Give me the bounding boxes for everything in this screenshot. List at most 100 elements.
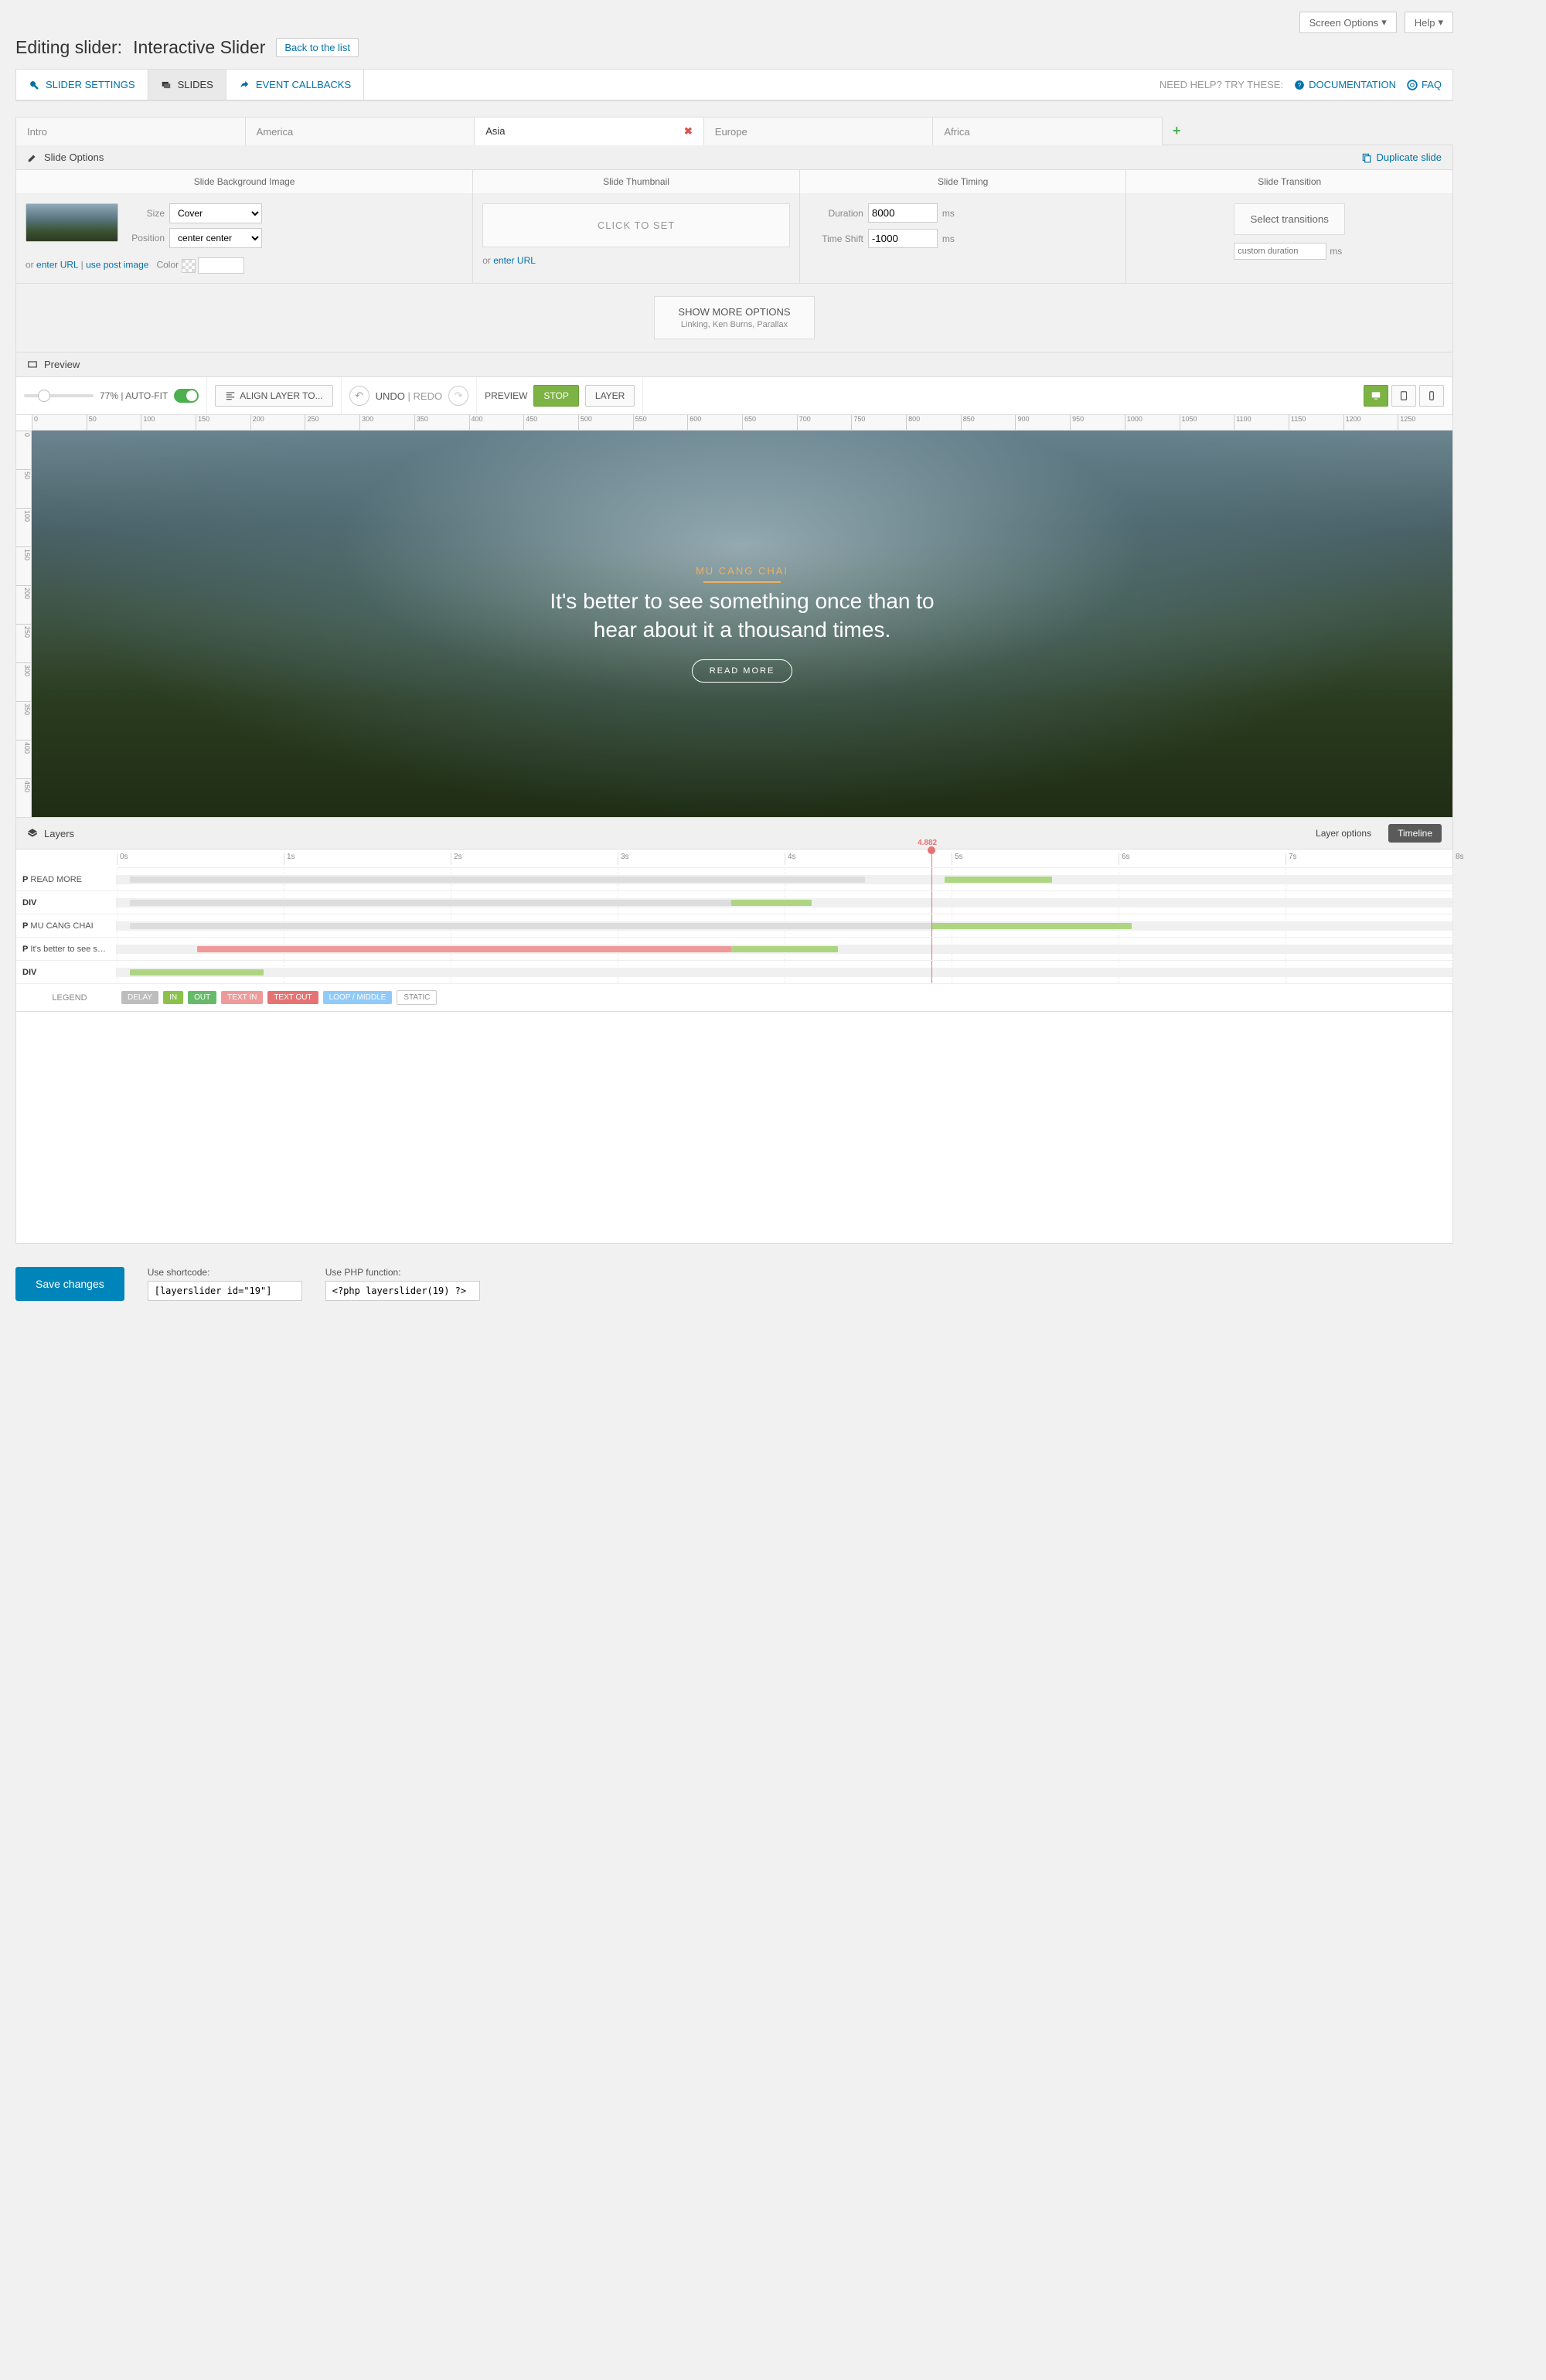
timeshift-input[interactable] <box>868 229 938 248</box>
select-transitions-button[interactable]: Select transitions <box>1234 203 1345 235</box>
desktop-button[interactable] <box>1364 385 1388 407</box>
back-to-list-link[interactable]: Back to the list <box>276 38 359 57</box>
or-text: or <box>26 260 34 271</box>
ruler-x: 0501001502002503003504004505005506006507… <box>32 415 1452 431</box>
undo-button[interactable]: ↶ <box>349 386 369 406</box>
faq-label: FAQ <box>1422 79 1442 90</box>
help-label: Help <box>1415 17 1435 29</box>
slide-tab-europe[interactable]: Europe <box>703 117 934 145</box>
color-swatch[interactable] <box>182 259 196 273</box>
tablet-icon <box>1398 390 1409 401</box>
canvas-cta[interactable]: READ MORE <box>692 659 793 683</box>
page-title: Editing slider: Interactive Slider Back … <box>15 37 1453 58</box>
enter-url-link[interactable]: enter URL <box>36 260 78 271</box>
preview-header: Preview <box>15 352 1453 377</box>
add-slide-button[interactable]: + <box>1162 117 1192 145</box>
desktop-icon <box>1371 390 1381 401</box>
main-panel: SLIDER SETTINGS SLIDES EVENT CALLBACKS N… <box>15 69 1453 101</box>
slide-tab-africa[interactable]: Africa <box>932 117 1163 145</box>
mobile-button[interactable] <box>1419 385 1444 407</box>
preview-title: Preview <box>44 359 80 370</box>
slide-options-title: Slide Options <box>44 152 104 163</box>
or-text: or <box>482 255 491 266</box>
shortcode-input[interactable] <box>148 1281 302 1301</box>
autofit-toggle[interactable] <box>174 389 199 403</box>
tab-slides[interactable]: SLIDES <box>148 70 226 100</box>
timeshift-label: Time Shift <box>809 233 863 244</box>
show-more-title: SHOW MORE OPTIONS <box>678 306 790 318</box>
thumb-enter-url-link[interactable]: enter URL <box>493 255 536 266</box>
slide-tab-label: Asia <box>485 125 505 137</box>
screen-options-button[interactable]: Screen Options ▾ <box>1299 12 1397 33</box>
svg-text:?: ? <box>1298 81 1302 88</box>
show-more-button[interactable]: SHOW MORE OPTIONS Linking, Ken Burns, Pa… <box>654 296 814 339</box>
position-select[interactable]: center center <box>169 228 262 248</box>
slide-options-bar: Slide Options Duplicate slide <box>15 145 1453 170</box>
close-icon[interactable]: ✖ <box>684 125 693 138</box>
copy-icon <box>1361 152 1372 163</box>
slide-tab-label: America <box>257 126 294 138</box>
footer: Save changes Use shortcode: Use PHP func… <box>15 1244 1453 1309</box>
shortcode-label: Use shortcode: <box>148 1267 302 1278</box>
layer-options-button[interactable]: Layer options <box>1306 824 1381 843</box>
bg-thumbnail[interactable] <box>26 203 118 242</box>
redo-label: REDO <box>414 390 443 402</box>
layer-row[interactable]: P It's better to see somet <box>16 938 1452 961</box>
layer-button[interactable]: LAYER <box>585 385 635 407</box>
tablet-button[interactable] <box>1391 385 1416 407</box>
canvas-subtitle[interactable]: MU CANG CHAI <box>696 565 788 583</box>
layer-row[interactable]: P MU CANG CHAI <box>16 914 1452 938</box>
redo-button[interactable]: ↷ <box>448 386 468 406</box>
documentation-link[interactable]: ?DOCUMENTATION <box>1294 79 1396 90</box>
ms-unit: ms <box>942 233 955 244</box>
click-to-set-button[interactable]: CLICK TO SET <box>482 203 790 247</box>
legend: LEGEND DELAY IN OUT TEXT IN TEXT OUT LOO… <box>16 984 1452 1011</box>
help-button[interactable]: Help ▾ <box>1405 12 1453 33</box>
bg-head: Slide Background Image <box>16 170 472 194</box>
use-post-image-link[interactable]: use post image <box>86 260 148 271</box>
color-input[interactable] <box>198 257 244 274</box>
chip-out: OUT <box>188 991 216 1004</box>
zoom-handle[interactable] <box>38 390 50 402</box>
top-bar: Screen Options ▾ Help ▾ <box>15 8 1453 37</box>
layer-row[interactable]: DIV <box>16 961 1452 984</box>
preview-icon <box>27 359 38 370</box>
chip-textin: TEXT IN <box>221 991 263 1004</box>
timeline-button[interactable]: Timeline <box>1388 824 1442 843</box>
duration-input[interactable] <box>868 203 938 223</box>
slide-tab-intro[interactable]: Intro <box>15 117 246 145</box>
question-icon: ? <box>1294 80 1305 90</box>
tab-settings-label: SLIDER SETTINGS <box>46 79 135 90</box>
slider-name: Interactive Slider <box>133 37 265 58</box>
align-label: ALIGN LAYER TO... <box>240 390 322 401</box>
zoom-slider[interactable] <box>24 394 94 397</box>
slide-canvas[interactable]: MU CANG CHAI It's better to see somethin… <box>32 431 1452 817</box>
stop-button[interactable]: STOP <box>533 385 578 407</box>
position-label: Position <box>126 233 165 243</box>
faq-link[interactable]: FAQ <box>1407 79 1442 90</box>
canvas-headline[interactable]: It's better to see something once than t… <box>533 587 951 644</box>
custom-duration-input[interactable] <box>1234 243 1326 260</box>
duplicate-slide-link[interactable]: Duplicate slide <box>1361 152 1442 163</box>
layer-row[interactable]: DIV <box>16 891 1452 914</box>
tab-callbacks-label: EVENT CALLBACKS <box>256 79 351 90</box>
slide-tab-asia[interactable]: Asia ✖ <box>474 117 704 145</box>
playhead-label: 4.882 <box>918 839 937 847</box>
tab-event-callbacks[interactable]: EVENT CALLBACKS <box>226 70 364 100</box>
zoom-text: 77% | AUTO-FIT <box>100 390 168 401</box>
playhead[interactable]: 4.882 <box>931 850 932 867</box>
save-changes-button[interactable]: Save changes <box>15 1267 124 1301</box>
tab-slider-settings[interactable]: SLIDER SETTINGS <box>16 70 148 100</box>
legend-title: LEGEND <box>22 993 117 1003</box>
slide-tabs: Intro America Asia ✖ Europe Africa + <box>15 101 1453 145</box>
php-input[interactable] <box>325 1281 480 1301</box>
title-prefix: Editing slider: <box>15 37 122 58</box>
size-select[interactable]: Cover <box>169 203 262 223</box>
chip-in: IN <box>163 991 183 1004</box>
php-label: Use PHP function: <box>325 1267 480 1278</box>
align-layer-button[interactable]: ALIGN LAYER TO... <box>215 385 332 407</box>
preview-label: PREVIEW <box>485 390 527 401</box>
layer-row[interactable]: P READ MORE <box>16 868 1452 891</box>
slide-tab-america[interactable]: America <box>245 117 475 145</box>
slide-tab-label: Intro <box>27 126 47 138</box>
